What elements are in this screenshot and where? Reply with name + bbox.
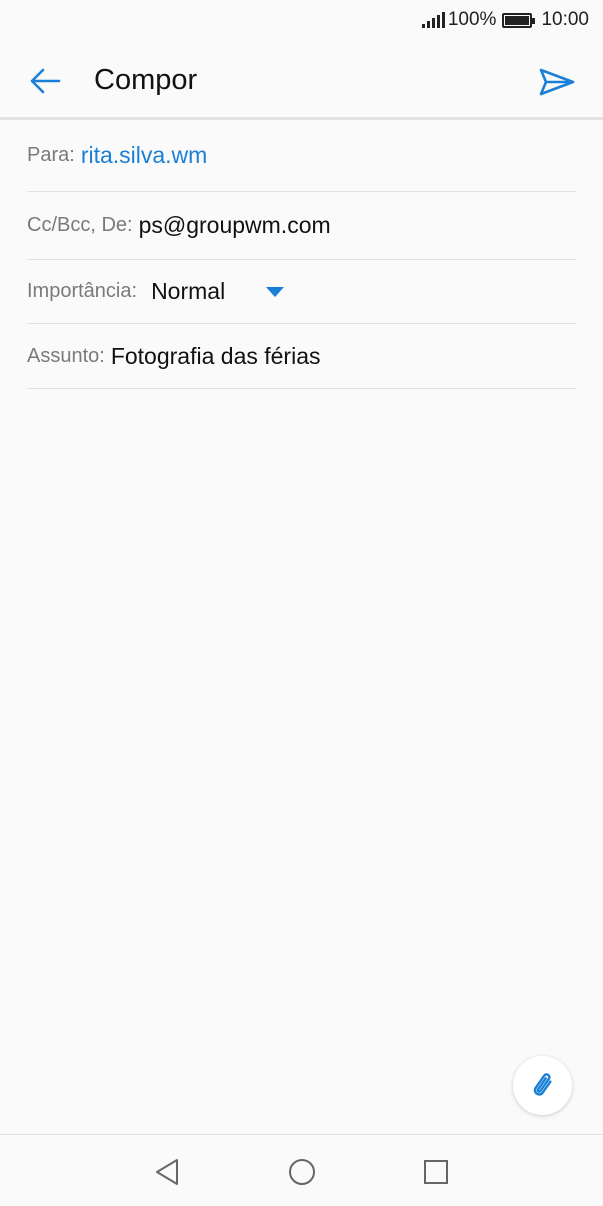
cc-bcc-from-label: Cc/Bcc, De: — [27, 214, 133, 236]
to-field[interactable]: Para: rita.silva.wm — [27, 120, 576, 192]
chevron-down-icon — [266, 286, 285, 297]
signal-icon — [421, 12, 445, 28]
nav-back-button[interactable] — [151, 1155, 185, 1189]
nav-home-icon — [289, 1159, 315, 1185]
arrow-left-icon — [30, 68, 61, 94]
send-icon — [539, 68, 575, 96]
battery-icon — [502, 12, 536, 28]
importance-field: Importância: Normal — [27, 260, 576, 324]
clock: 10:00 — [541, 9, 589, 30]
importance-value: Normal — [151, 278, 226, 304]
importance-dropdown[interactable]: Normal — [151, 278, 285, 305]
page-title: Compor — [94, 64, 198, 96]
status-bar: 100% 10:00 — [0, 0, 603, 40]
to-label: Para: — [27, 144, 75, 166]
navigation-bar — [0, 1134, 603, 1206]
nav-home-button[interactable] — [285, 1155, 319, 1189]
subject-label: Assunto: — [27, 344, 105, 367]
from-address: ps@groupwm.com — [138, 212, 331, 238]
send-button[interactable] — [537, 62, 577, 102]
compose-form: Para: rita.silva.wm Cc/Bcc, De: ps@group… — [27, 120, 576, 389]
to-recipient[interactable]: rita.silva.wm — [81, 142, 208, 169]
nav-back-icon — [156, 1159, 178, 1185]
back-button[interactable] — [25, 61, 65, 101]
paperclip-icon — [533, 1072, 552, 1096]
nav-recent-button[interactable] — [419, 1155, 453, 1189]
subject-field[interactable]: Assunto: Fotografia das férias — [27, 324, 576, 389]
attach-button[interactable] — [513, 1056, 572, 1115]
cc-bcc-from-field[interactable]: Cc/Bcc, De: ps@groupwm.com — [27, 192, 576, 260]
importance-label: Importância: — [27, 280, 138, 302]
app-bar: Compor — [0, 40, 603, 118]
subject-input[interactable]: Fotografia das férias — [111, 343, 321, 370]
nav-recent-icon — [424, 1160, 448, 1184]
battery-percent: 100% — [447, 9, 497, 30]
